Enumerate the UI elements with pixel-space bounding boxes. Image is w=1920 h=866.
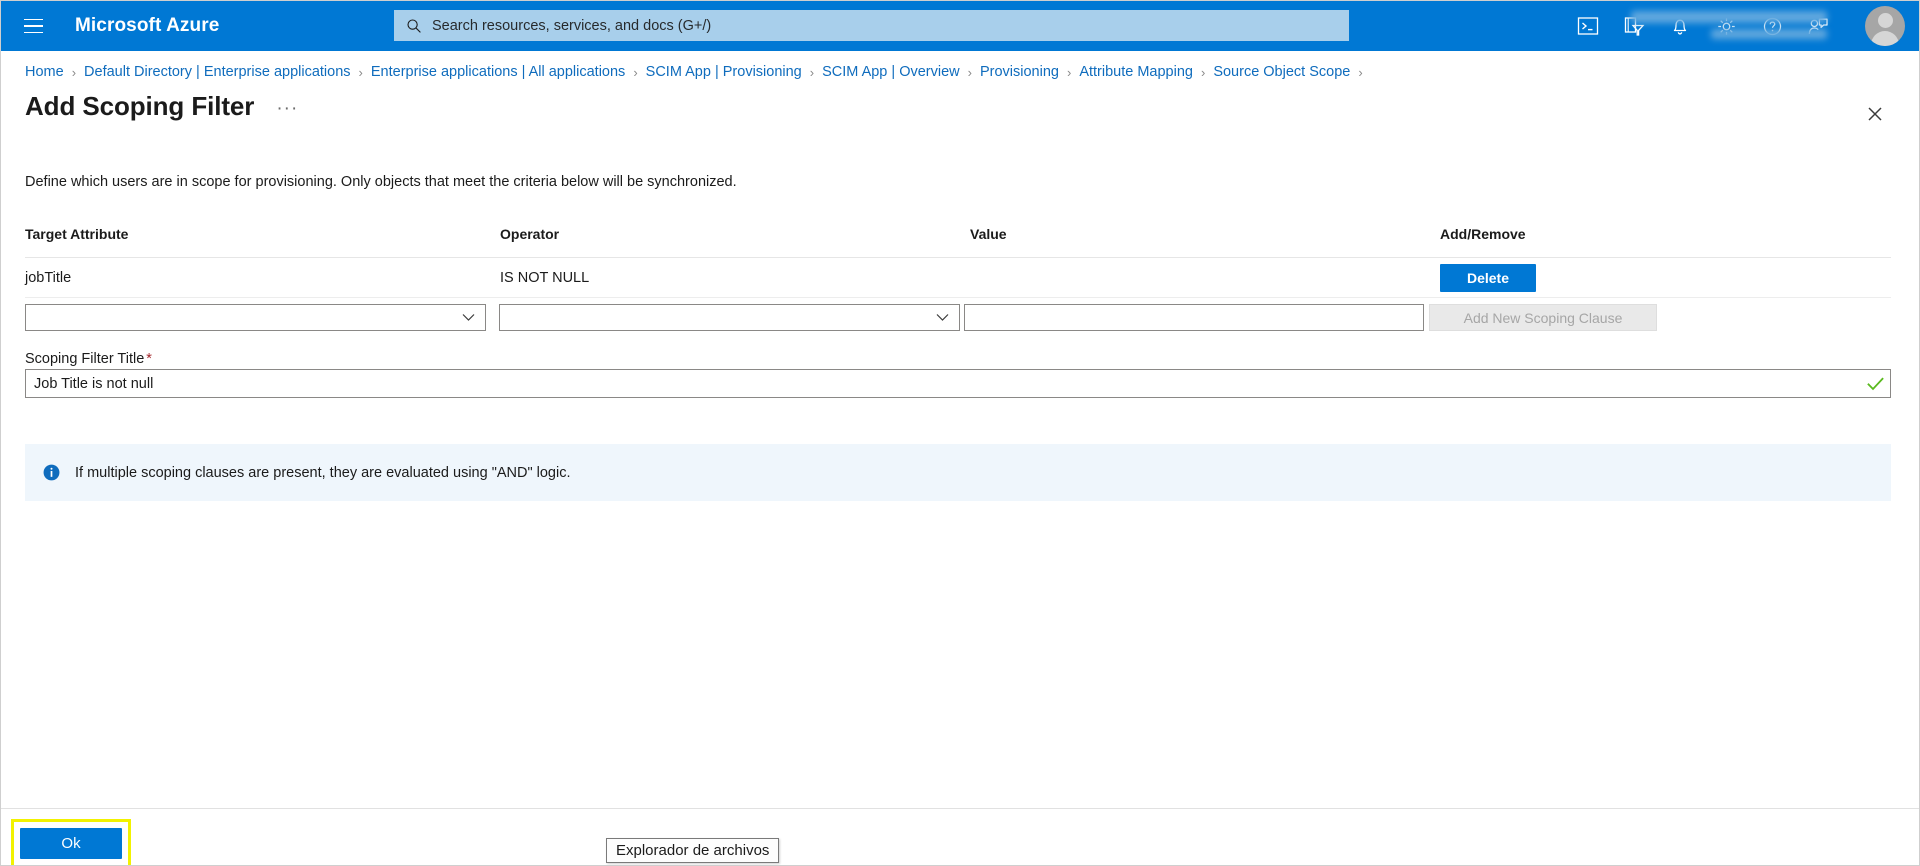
target-attribute-dropdown[interactable] xyxy=(25,304,486,331)
operator-dropdown[interactable] xyxy=(499,304,960,331)
top-navigation-bar: Microsoft Azure Search resources, servic… xyxy=(1,1,1919,51)
ok-button[interactable]: Ok xyxy=(20,828,122,859)
scoping-filter-title-label-text: Scoping Filter Title xyxy=(25,351,145,367)
breadcrumb-separator: › xyxy=(809,64,815,80)
scoping-filter-title-field[interactable] xyxy=(25,369,1891,398)
breadcrumb-separator: › xyxy=(1358,64,1363,80)
table-row: jobTitle IS NOT NULL Delete xyxy=(25,258,1891,298)
azure-portal-page: Microsoft Azure Search resources, servic… xyxy=(0,0,1920,866)
column-header-add-remove: Add/Remove xyxy=(1440,226,1526,242)
azure-brand-label[interactable]: Microsoft Azure xyxy=(75,15,219,37)
required-marker: * xyxy=(146,351,152,367)
account-name-redacted xyxy=(1631,11,1827,23)
page-title-row: Add Scoping Filter ··· xyxy=(25,91,302,122)
breadcrumb-separator: › xyxy=(1066,64,1072,80)
scoping-filter-title-label: Scoping Filter Title * xyxy=(25,351,152,367)
chevron-down-icon xyxy=(936,305,949,330)
taskbar-tooltip: Explorador de archivos xyxy=(606,838,780,863)
breadcrumb-item-default-directory[interactable]: Default Directory | Enterprise applicati… xyxy=(84,64,351,80)
ok-button-highlight: Ok xyxy=(11,819,131,865)
scoping-clause-table: Target Attribute Operator Value Add/Remo… xyxy=(25,226,1891,331)
footer-divider xyxy=(1,808,1919,809)
delete-button[interactable]: Delete xyxy=(1440,263,1536,292)
breadcrumb-separator: › xyxy=(967,64,972,80)
add-new-scoping-clause-button[interactable]: Add New Scoping Clause xyxy=(1429,304,1657,331)
search-placeholder-text: Search resources, services, and docs (G+… xyxy=(432,17,712,34)
info-banner-text: If multiple scoping clauses are present,… xyxy=(75,464,571,481)
check-icon xyxy=(1860,377,1890,391)
breadcrumb-separator: › xyxy=(633,64,638,80)
chevron-down-icon xyxy=(462,305,475,330)
page-description: Define which users are in scope for prov… xyxy=(25,174,737,190)
scoping-filter-title-input[interactable] xyxy=(26,370,1860,397)
more-options-icon[interactable]: ··· xyxy=(272,99,302,118)
cell-add-remove: Delete xyxy=(1440,263,1891,292)
column-header-value: Value xyxy=(970,226,1007,242)
breadcrumb-item-scim-app-overview[interactable]: SCIM App | Overview xyxy=(822,64,960,80)
cell-operator: IS NOT NULL xyxy=(500,269,590,286)
close-icon[interactable] xyxy=(1859,98,1891,130)
search-icon xyxy=(407,18,421,33)
breadcrumb-item-home[interactable]: Home xyxy=(25,64,64,80)
table-header-row: Target Attribute Operator Value Add/Remo… xyxy=(25,226,1891,258)
breadcrumb-separator: › xyxy=(358,64,363,80)
breadcrumb-item-attribute-mapping[interactable]: Attribute Mapping xyxy=(1079,64,1193,80)
breadcrumb-separator: › xyxy=(1200,64,1206,80)
cloud-shell-icon[interactable] xyxy=(1565,1,1611,51)
breadcrumb-item-all-applications[interactable]: Enterprise applications | All applicatio… xyxy=(371,64,625,80)
account-directory-redacted xyxy=(1711,29,1827,39)
page-title: Add Scoping Filter xyxy=(25,91,255,121)
value-input[interactable] xyxy=(964,304,1424,331)
global-search-input[interactable]: Search resources, services, and docs (G+… xyxy=(394,10,1349,41)
new-scoping-clause-row: Add New Scoping Clause xyxy=(25,304,1891,331)
column-header-target-attribute: Target Attribute xyxy=(25,226,129,242)
info-icon xyxy=(43,464,60,481)
avatar[interactable] xyxy=(1865,6,1905,46)
column-header-operator: Operator xyxy=(500,226,560,242)
account-info-blurred[interactable] xyxy=(1623,7,1833,45)
cell-target-attribute: jobTitle xyxy=(25,269,72,286)
breadcrumb-item-provisioning[interactable]: Provisioning xyxy=(980,64,1059,80)
breadcrumb: Home › Default Directory | Enterprise ap… xyxy=(25,61,1371,83)
breadcrumb-separator: › xyxy=(71,64,77,80)
breadcrumb-item-source-object-scope[interactable]: Source Object Scope xyxy=(1213,64,1350,80)
hamburger-menu-icon[interactable] xyxy=(9,1,57,51)
info-banner: If multiple scoping clauses are present,… xyxy=(25,444,1891,501)
breadcrumb-item-scim-app-provisioning[interactable]: SCIM App | Provisioning xyxy=(646,64,802,80)
